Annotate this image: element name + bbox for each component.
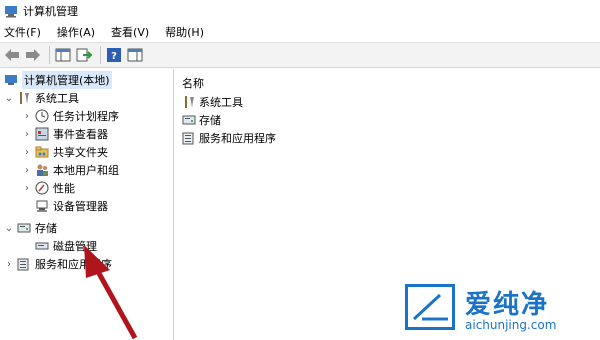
watermark-url: aichunjing.com [465,318,557,332]
watermark-logo [405,284,455,330]
watermark: 爱纯净 aichunjing.com [405,282,595,337]
watermark-brand: 爱纯净 [465,290,550,320]
